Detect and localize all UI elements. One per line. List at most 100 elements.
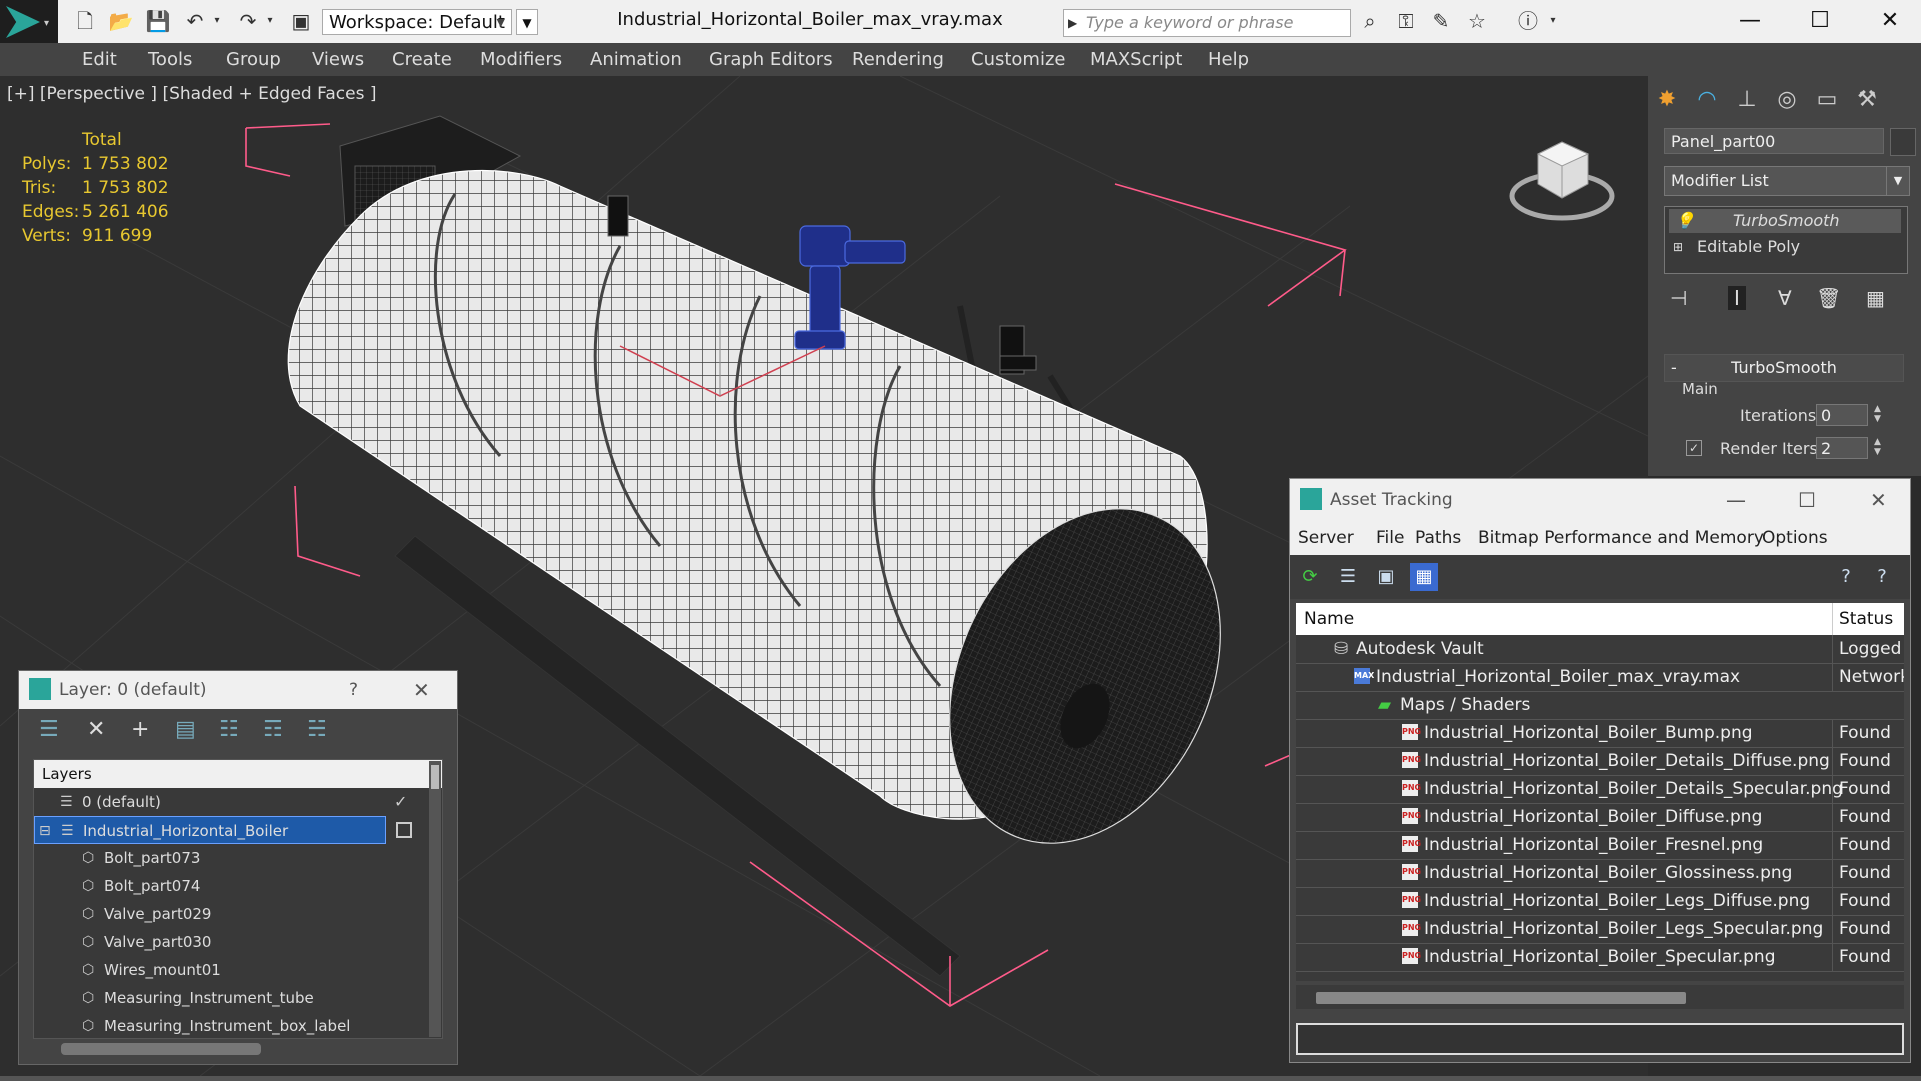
asset-row-map[interactable]: PNG Industrial_Horizontal_Boiler_Specular… <box>1296 943 1904 972</box>
search-expand-icon[interactable]: ▶ <box>1068 10 1077 36</box>
object-row[interactable]: ⬡ Wires_mount01 <box>34 956 414 984</box>
collapse-icon[interactable]: ⊟ <box>39 817 51 845</box>
new-file-icon[interactable]: 🗋 <box>72 8 98 34</box>
hide-layers-icon[interactable]: ☶ <box>263 717 283 742</box>
asset-horizontal-scrollbar[interactable] <box>1296 985 1904 1009</box>
context-help-icon[interactable]: ? <box>1868 563 1896 591</box>
create-tab-icon[interactable]: ✸ <box>1650 84 1684 116</box>
status-column-header[interactable]: Status <box>1832 603 1904 635</box>
menu-options[interactable]: Options <box>1762 521 1828 555</box>
object-row[interactable]: ⬡ Bolt_part074 <box>34 872 414 900</box>
highlight-selected-icon[interactable]: ☷ <box>219 717 239 742</box>
app-logo-menu[interactable]: ▾ <box>0 0 58 43</box>
asset-row-map[interactable]: PNG Industrial_Horizontal_Boiler_Diffuse.… <box>1296 803 1904 832</box>
workspace-menu-button[interactable]: ▼ <box>516 9 538 35</box>
search-input[interactable]: ▶ Type a keyword or phrase <box>1063 9 1351 37</box>
asset-tracking-titlebar[interactable]: Asset Tracking — ☐ ✕ <box>1290 479 1910 521</box>
list-view-icon[interactable]: ☰ <box>1334 563 1362 591</box>
undo-dropdown-icon[interactable]: ▾ <box>204 8 230 34</box>
menu-rendering[interactable]: Rendering <box>852 49 944 70</box>
menu-animation[interactable]: Animation <box>590 49 682 70</box>
modify-tab-icon[interactable]: ◠ <box>1690 84 1724 116</box>
remove-modifier-icon[interactable]: 🗑 <box>1816 286 1841 310</box>
asset-row-map[interactable]: PNG Industrial_Horizontal_Boiler_Glossine… <box>1296 859 1904 888</box>
menu-modifiers[interactable]: Modifiers <box>480 49 562 70</box>
asset-path-field[interactable] <box>1296 1023 1904 1055</box>
menu-tools[interactable]: Tools <box>148 49 192 70</box>
menu-bitmap-performance[interactable]: Bitmap Performance and Memory <box>1478 521 1764 555</box>
menu-views[interactable]: Views <box>312 49 364 70</box>
asset-row-map[interactable]: PNG Industrial_Horizontal_Boiler_Bump.png… <box>1296 719 1904 748</box>
menu-paths[interactable]: Paths <box>1415 521 1461 555</box>
add-to-layer-icon[interactable]: + <box>131 717 149 742</box>
object-name-field[interactable]: Panel_part00 <box>1664 128 1884 154</box>
asset-row-map[interactable]: PNG Industrial_Horizontal_Boiler_Legs_Spe… <box>1296 915 1904 944</box>
menu-maxscript[interactable]: MAXScript <box>1090 49 1182 70</box>
utilities-tab-icon[interactable]: ⚒ <box>1850 84 1884 116</box>
expand-icon[interactable]: ⊞ <box>1673 235 1683 259</box>
key-icon[interactable]: ⚿ <box>1393 8 1419 34</box>
help-dropdown-icon[interactable]: ▾ <box>1540 8 1566 34</box>
stack-item-editable-poly[interactable]: ⊞ Editable Poly <box>1669 235 1901 259</box>
menu-customize[interactable]: Customize <box>971 49 1065 70</box>
binoculars-icon[interactable]: ⌕ <box>1357 8 1383 34</box>
asset-row-map[interactable]: PNG Industrial_Horizontal_Boiler_Legs_Dif… <box>1296 887 1904 916</box>
layers-column-header[interactable]: Layers <box>34 760 442 788</box>
configure-sets-icon[interactable]: ▦ <box>1866 286 1885 310</box>
menu-edit[interactable]: Edit <box>82 49 117 70</box>
asset-row-vault[interactable]: ⛁ Autodesk Vault Logged Out <box>1296 635 1904 664</box>
object-row[interactable]: ⬡ Valve_part029 <box>34 900 414 928</box>
menu-graph-editors[interactable]: Graph Editors <box>709 49 833 70</box>
maximize-icon[interactable]: ☐ <box>1798 479 1816 521</box>
name-column-header[interactable]: Name <box>1304 603 1354 635</box>
maximize-button[interactable]: ☐ <box>1790 4 1850 38</box>
close-icon[interactable]: ✕ <box>413 671 430 709</box>
menu-help[interactable]: Help <box>1208 49 1249 70</box>
close-icon[interactable]: ✕ <box>1870 479 1887 521</box>
workspace-dropdown[interactable]: Workspace: Default ▼ <box>322 9 512 35</box>
stack-item-turbosmooth[interactable]: 💡 TurboSmooth <box>1669 209 1901 233</box>
asset-row-map[interactable]: PNG Industrial_Horizontal_Boiler_Details_… <box>1296 775 1904 804</box>
render-iters-checkbox[interactable]: ✓ <box>1686 440 1702 456</box>
menu-create[interactable]: Create <box>392 49 452 70</box>
table-view-icon[interactable]: ▦ <box>1410 563 1438 591</box>
spinner-arrows-icon[interactable]: ▲ ▼ <box>1874 404 1881 424</box>
active-layer-check-icon[interactable]: ✓ <box>394 788 407 816</box>
iterations-spinner[interactable]: 0 <box>1816 404 1868 426</box>
minimize-icon[interactable]: — <box>1726 479 1746 521</box>
menu-group[interactable]: Group <box>226 49 281 70</box>
help-button[interactable]: ? <box>349 671 358 709</box>
scrollbar-thumb[interactable] <box>1316 992 1686 1004</box>
help-icon[interactable]: ⓘ <box>1515 8 1541 34</box>
viewport-label[interactable]: [+] [Perspective ] [Shaded + Edged Faces… <box>7 84 376 104</box>
motion-tab-icon[interactable]: ◎ <box>1770 84 1804 116</box>
delete-layer-icon[interactable]: ✕ <box>87 717 105 742</box>
object-row[interactable]: ⬡ Measuring_Instrument_box_label <box>34 1012 414 1038</box>
layer-window-titlebar[interactable]: Layer: 0 (default) ? ✕ <box>19 671 457 709</box>
favorites-star-icon[interactable]: ☆ <box>1464 8 1490 34</box>
asset-row-map[interactable]: PNG Industrial_Horizontal_Boiler_Fresnel.… <box>1296 831 1904 860</box>
create-layer-icon[interactable]: ☰ <box>39 717 59 742</box>
view-cube[interactable] <box>1508 124 1616 224</box>
layer-vertical-scrollbar[interactable] <box>429 761 441 1037</box>
turbosmooth-rollout-header[interactable]: - TurboSmooth <box>1664 354 1904 382</box>
project-folder-icon[interactable]: ▣ <box>288 8 314 34</box>
menu-server[interactable]: Server <box>1298 521 1354 555</box>
redo-dropdown-icon[interactable]: ▾ <box>257 8 283 34</box>
render-iters-spinner[interactable]: 2 <box>1816 437 1868 459</box>
pin-stack-icon[interactable]: ⊣ <box>1670 286 1687 310</box>
open-file-icon[interactable]: 📂 <box>108 8 134 34</box>
help-icon[interactable]: ? <box>1832 563 1860 591</box>
show-end-result-icon[interactable]: I <box>1728 286 1746 310</box>
make-unique-icon[interactable]: ∀ <box>1778 286 1792 310</box>
modifier-list-dropdown[interactable]: Modifier List ▼ <box>1664 166 1910 196</box>
display-tab-icon[interactable]: ▭ <box>1810 84 1844 116</box>
layer-row[interactable]: ☰ 0 (default) ✓ <box>34 788 414 816</box>
layer-row-selected[interactable]: ⊟ ☰ Industrial_Horizontal_Boiler <box>34 816 386 844</box>
thumbnail-view-icon[interactable]: ▣ <box>1372 563 1400 591</box>
menu-file[interactable]: File <box>1376 521 1404 555</box>
select-objects-icon[interactable]: ▤ <box>175 717 196 742</box>
refresh-icon[interactable]: ⟳ <box>1296 563 1324 591</box>
asset-row-scene[interactable]: MAX Industrial_Horizontal_Boiler_max_vray… <box>1296 663 1904 692</box>
minimize-button[interactable]: — <box>1720 4 1780 38</box>
